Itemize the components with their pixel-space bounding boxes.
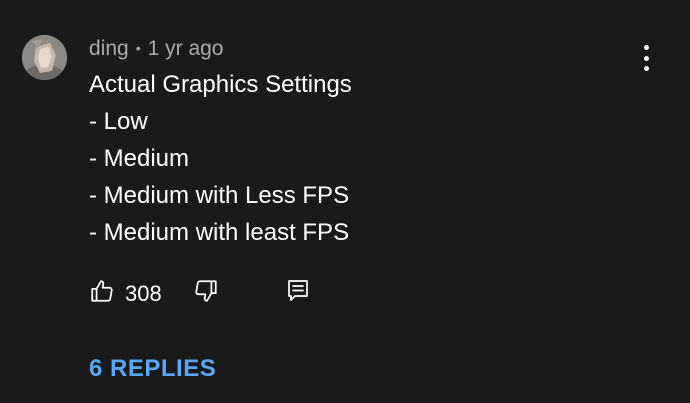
comment-line: - Medium with least FPS — [89, 219, 350, 246]
comment-line: Actual Graphics Settings — [89, 71, 352, 98]
like-count: 308 — [125, 280, 162, 306]
author-name[interactable]: ding — [89, 37, 129, 60]
comment-line: - Medium with Less FPS — [89, 182, 350, 209]
reply-comment-icon — [286, 278, 310, 309]
comment-line: - Low — [89, 108, 148, 135]
dislike-button[interactable] — [193, 278, 219, 309]
comment-card: ding • 1 yr ago Actual Graphics Settings -… — [0, 0, 690, 403]
meta-separator: • — [135, 40, 141, 56]
comment-line: - Medium — [89, 145, 190, 172]
reply-button[interactable] — [286, 278, 310, 309]
view-replies-link[interactable]: 6 REPLIES — [89, 353, 216, 385]
comment-timestamp[interactable]: 1 yr ago — [148, 37, 224, 60]
comment-meta: ding • 1 yr ago — [89, 36, 224, 63]
thumbs-up-icon — [89, 278, 115, 309]
avatar[interactable] — [22, 35, 67, 80]
more-vertical-icon[interactable] — [636, 45, 656, 71]
like-button[interactable]: 308 — [89, 278, 162, 309]
comment-text: Actual Graphics Settings - Low - Medium … — [89, 66, 352, 251]
thumbs-down-icon — [193, 278, 219, 309]
comment-actions: 308 — [89, 278, 329, 308]
